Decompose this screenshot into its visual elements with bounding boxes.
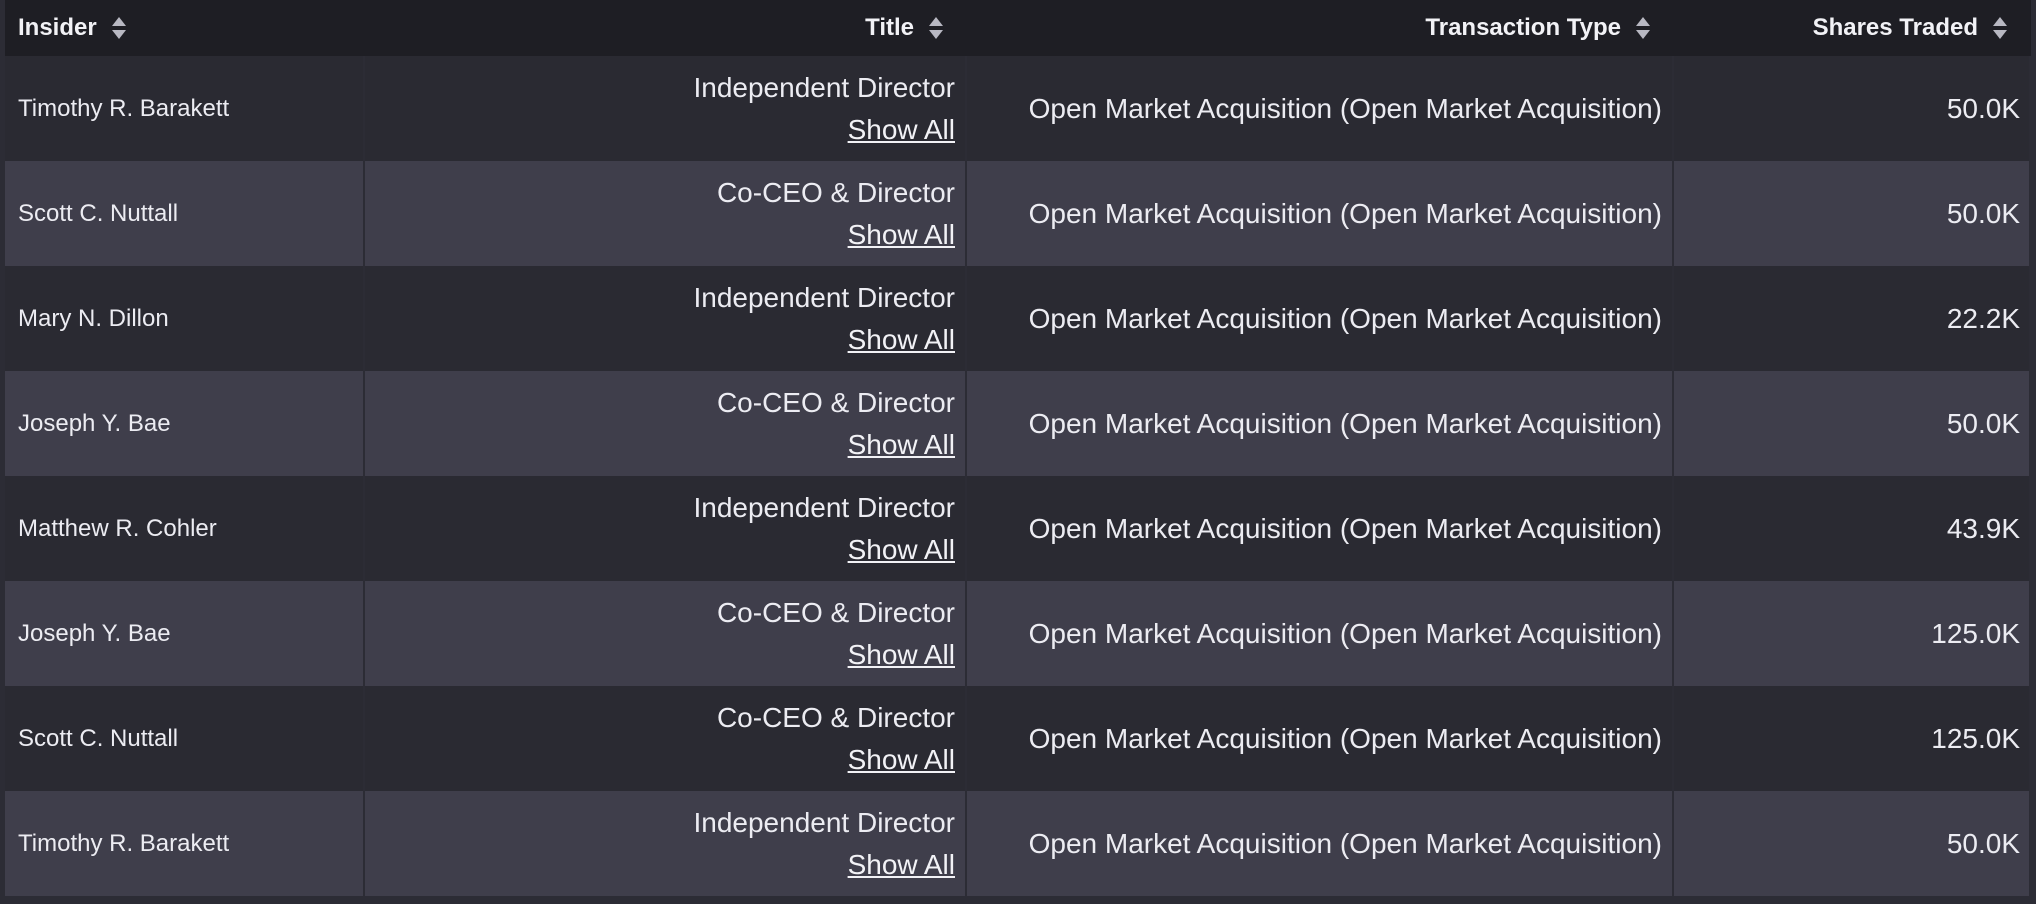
show-all-link[interactable]: Show All [848,529,955,571]
insider-title: Independent Director [693,491,955,523]
insider-title: Independent Director [693,281,955,313]
show-all-link[interactable]: Show All [848,109,955,151]
transaction-type-cell: Open Market Acquisition (Open Market Acq… [967,476,1672,581]
shares-traded-cell: 22.2K [1674,266,2029,371]
table-row: Scott C. Nuttall Co-CEO & Director Show Al… [5,161,2031,266]
show-all-link[interactable]: Show All [848,634,955,676]
insider-name-cell: Matthew R. Cohler [5,476,363,581]
table-header-row: Insider Title Transaction Type Shares Tr… [5,0,2031,56]
column-header-label: Shares Traded [1812,14,1978,41]
insider-name-cell: Timothy R. Barakett [5,791,363,896]
shares-traded-cell: 50.0K [1674,371,2029,476]
transaction-type-cell: Open Market Acquisition (Open Market Acq… [967,56,1672,161]
insider-name-cell: Scott C. Nuttall [5,161,363,266]
shares-traded-cell: 50.0K [1674,161,2029,266]
transaction-type-cell: Open Market Acquisition (Open Market Acq… [967,266,1672,371]
insider-title-cell: Co-CEO & Director Show All [365,371,965,476]
shares-traded-cell: 125.0K [1674,581,2029,686]
insider-name-cell: Mary N. Dillon [5,266,363,371]
column-header-insider[interactable]: Insider [5,0,363,56]
insider-title: Independent Director [693,71,955,103]
transaction-type-cell: Open Market Acquisition (Open Market Acq… [967,686,1672,791]
sort-icon[interactable] [111,13,127,43]
insider-title-cell: Co-CEO & Director Show All [365,686,965,791]
table-row: Mary N. Dillon Independent Director Show A… [5,266,2031,371]
shares-traded-cell: 50.0K [1674,791,2029,896]
column-header-transaction-type[interactable]: Transaction Type [967,0,1672,56]
table-body: Timothy R. Barakett Independent Director S… [5,56,2031,896]
insider-title: Co-CEO & Director [716,596,955,628]
column-header-label: Transaction Type [1425,14,1621,41]
show-all-link[interactable]: Show All [848,844,955,886]
insider-title-cell: Co-CEO & Director Show All [365,581,965,686]
shares-traded-cell: 43.9K [1674,476,2029,581]
insider-name-cell: Timothy R. Barakett [5,56,363,161]
sort-icon[interactable] [1635,13,1651,43]
sort-icon[interactable] [1992,13,2008,43]
transaction-type-cell: Open Market Acquisition (Open Market Acq… [967,161,1672,266]
shares-traded-cell: 50.0K [1674,56,2029,161]
show-all-link[interactable]: Show All [848,739,955,781]
table-row: Timothy R. Barakett Independent Director S… [5,791,2031,896]
insider-title-cell: Independent Director Show All [365,56,965,161]
insider-trades-table: Insider Title Transaction Type Shares Tr… [5,0,2031,904]
transaction-type-cell: Open Market Acquisition (Open Market Acq… [967,791,1672,896]
show-all-link[interactable]: Show All [848,319,955,361]
column-header-label: Insider [18,14,97,41]
table-row: Joseph Y. Bae Co-CEO & Director Show All Op… [5,371,2031,476]
transaction-type-cell: Open Market Acquisition (Open Market Acq… [967,371,1672,476]
insider-title: Co-CEO & Director [716,701,955,733]
insider-title-cell: Independent Director Show All [365,791,965,896]
insider-title: Independent Director [693,806,955,838]
insider-name-cell: Joseph Y. Bae [5,371,363,476]
insider-name-cell: Scott C. Nuttall [5,686,363,791]
table-row: Timothy R. Barakett Independent Director S… [5,56,2031,161]
column-header-label: Title [865,14,914,41]
table-row: Scott C. Nuttall Co-CEO & Director Show Al… [5,686,2031,791]
column-header-shares-traded[interactable]: Shares Traded [1674,0,2029,56]
show-all-link[interactable]: Show All [848,214,955,256]
transaction-type-cell: Open Market Acquisition (Open Market Acq… [967,581,1672,686]
column-header-title[interactable]: Title [365,0,965,56]
insider-title-cell: Co-CEO & Director Show All [365,161,965,266]
insider-title-cell: Independent Director Show All [365,476,965,581]
insider-name-cell: Joseph Y. Bae [5,581,363,686]
sort-icon[interactable] [928,13,944,43]
table-row: Matthew R. Cohler Independent Director Sho… [5,476,2031,581]
insider-title: Co-CEO & Director [716,176,955,208]
show-all-link[interactable]: Show All [848,424,955,466]
insider-title: Co-CEO & Director [716,386,955,418]
table-row: Joseph Y. Bae Co-CEO & Director Show All Op… [5,581,2031,686]
shares-traded-cell: 125.0K [1674,686,2029,791]
insider-title-cell: Independent Director Show All [365,266,965,371]
